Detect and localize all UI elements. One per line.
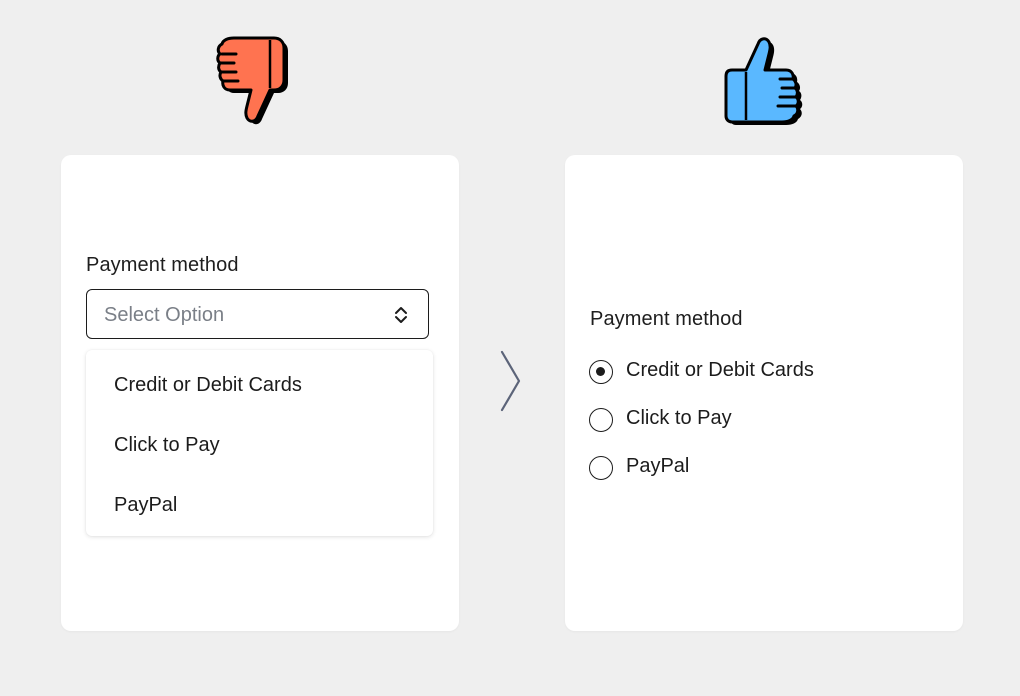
radio-example-card: Payment method Credit or Debit Cards Cli…: [565, 155, 963, 631]
chevron-right-icon: [499, 349, 523, 413]
radio-button-selected[interactable]: [589, 360, 613, 384]
thumbs-up-icon: [722, 34, 808, 126]
radio-selected-dot: [596, 367, 605, 376]
radio-button[interactable]: [589, 408, 613, 432]
select-placeholder: Select Option: [104, 304, 225, 326]
dropdown-option-paypal[interactable]: PayPal: [114, 494, 177, 517]
radio-button[interactable]: [589, 456, 613, 480]
thumbs-down-icon: [214, 34, 300, 126]
radio-label: Credit or Debit Cards: [626, 359, 814, 381]
dropdown-option-click-to-pay[interactable]: Click to Pay: [114, 434, 220, 457]
dropdown-options-list: Credit or Debit Cards Click to Pay PayPa…: [86, 350, 433, 536]
payment-method-label: Payment method: [86, 254, 239, 276]
dropdown-example-card: Payment method Select Option Credit or D…: [61, 155, 459, 631]
radio-label: Click to Pay: [626, 407, 732, 429]
payment-method-label: Payment method: [590, 308, 743, 330]
chevron-up-down-icon: [393, 305, 409, 325]
radio-label: PayPal: [626, 455, 690, 477]
payment-method-select[interactable]: Select Option: [86, 289, 429, 339]
dropdown-option-credit-debit[interactable]: Credit or Debit Cards: [114, 374, 302, 397]
